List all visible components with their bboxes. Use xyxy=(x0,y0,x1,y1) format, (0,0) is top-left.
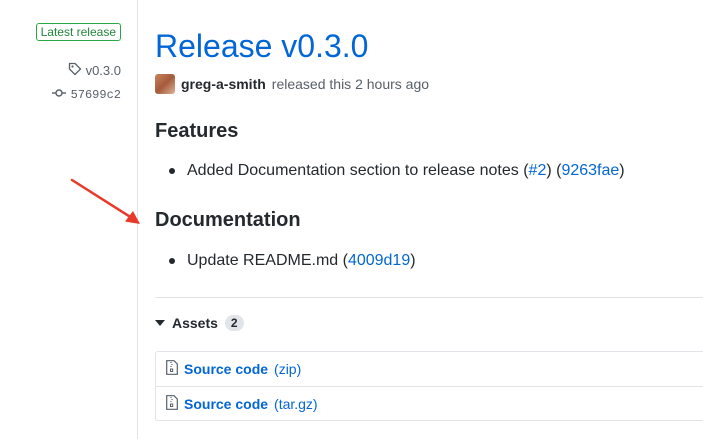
list-item-text: Update README.md ( xyxy=(187,252,348,269)
list-item: Update README.md (4009d19) xyxy=(169,252,416,270)
pr-link[interactable]: #2 xyxy=(529,162,547,180)
git-commit-icon xyxy=(51,88,66,102)
features-heading: Features xyxy=(155,120,239,142)
commit-sha: 57699c2 xyxy=(70,88,121,102)
assets-label: Assets xyxy=(172,315,218,331)
bullet xyxy=(169,168,175,174)
annotation-arrow xyxy=(70,178,140,224)
asset-ext[interactable]: (tar.gz) xyxy=(274,396,318,412)
asset-name[interactable]: Source code xyxy=(184,361,268,377)
list-item-text: Added Documentation section to release n… xyxy=(187,162,529,179)
documentation-heading: Documentation xyxy=(155,209,301,231)
asset-row-targz[interactable]: Source code (tar.gz) xyxy=(156,386,703,421)
commit-hash-link[interactable]: 4009d19 xyxy=(348,252,410,270)
asset-row-zip[interactable]: Source code (zip) xyxy=(156,352,703,386)
author-link[interactable]: greg-a-smith xyxy=(181,76,266,92)
file-zip-icon xyxy=(166,395,178,413)
list-item-sep: ) ( xyxy=(546,162,562,179)
released-text: released this 2 hours ago xyxy=(271,76,430,92)
commit-hash-link[interactable]: 9263fae xyxy=(561,162,619,180)
list-item-end: ) xyxy=(410,252,416,269)
commit-link[interactable]: 57699c2 xyxy=(51,88,121,102)
tag-link[interactable]: v0.3.0 xyxy=(68,62,121,79)
tag-label: v0.3.0 xyxy=(85,63,121,78)
list-item: Added Documentation section to release n… xyxy=(169,162,625,180)
file-zip-icon xyxy=(166,360,178,378)
caret-down-icon xyxy=(155,320,165,326)
release-title[interactable]: Release v0.3.0 xyxy=(155,26,368,66)
asset-ext[interactable]: (zip) xyxy=(274,361,301,377)
assets-list: Source code (zip) Source code (tar.gz) xyxy=(155,351,703,421)
assets-toggle[interactable]: Assets 2 xyxy=(155,315,244,331)
assets-count-badge: 2 xyxy=(224,315,244,331)
bullet xyxy=(169,258,175,264)
tag-icon xyxy=(68,62,82,79)
list-item-end: ) xyxy=(619,162,625,179)
latest-release-badge: Latest release xyxy=(35,23,121,41)
section-divider xyxy=(155,297,703,298)
release-meta: greg-a-smith released this 2 hours ago xyxy=(155,74,429,94)
asset-name[interactable]: Source code xyxy=(184,396,268,412)
avatar[interactable] xyxy=(155,74,175,94)
